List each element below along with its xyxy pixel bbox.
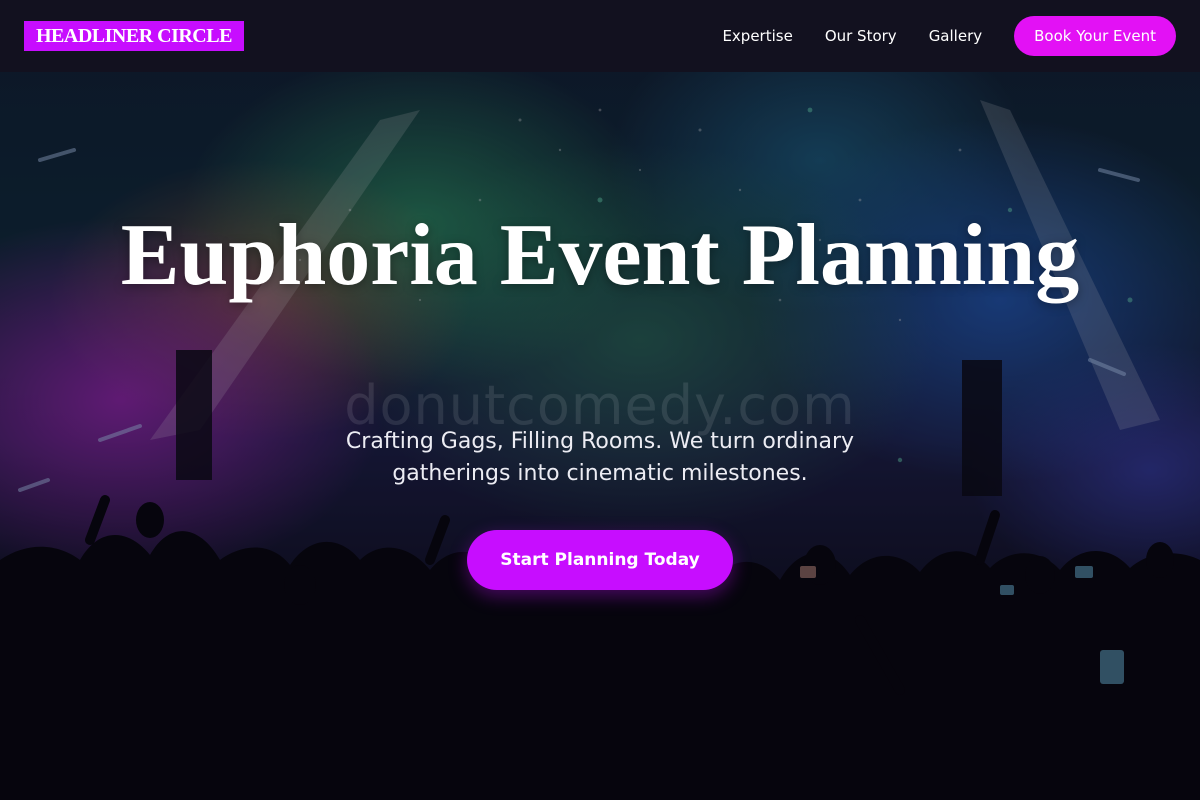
start-planning-button[interactable]: Start Planning Today xyxy=(467,530,733,590)
navbar: HEADLINER CIRCLE Expertise Our Story Gal… xyxy=(0,0,1200,72)
hero-title: Euphoria Event Planning xyxy=(120,207,1080,304)
nav-link-gallery[interactable]: Gallery xyxy=(929,27,982,45)
book-your-event-button[interactable]: Book Your Event xyxy=(1014,16,1176,56)
hero-subtitle: Crafting Gags, Filling Rooms. We turn or… xyxy=(345,429,855,486)
nav-link-our-story[interactable]: Our Story xyxy=(825,27,897,45)
nav-links: Expertise Our Story Gallery Book Your Ev… xyxy=(722,16,1176,56)
hero-section: donutcomedy.com Euphoria Event Planning … xyxy=(0,72,1200,800)
brand-logo[interactable]: HEADLINER CIRCLE xyxy=(24,21,244,51)
nav-link-expertise[interactable]: Expertise xyxy=(722,27,792,45)
page: HEADLINER CIRCLE Expertise Our Story Gal… xyxy=(0,0,1200,800)
